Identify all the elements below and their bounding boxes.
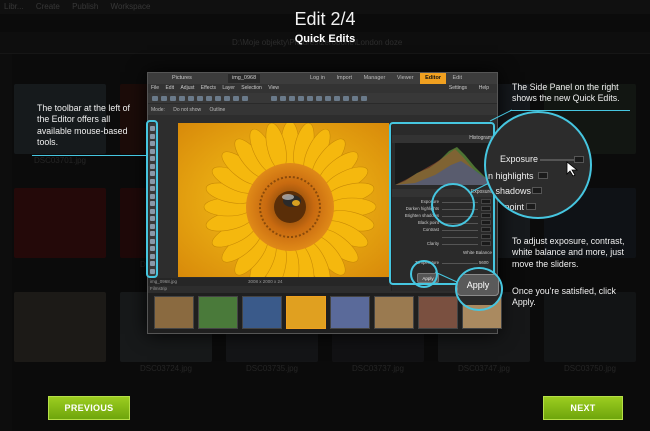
quick-edits-zoom: Exposure n highlights n shadows ack poin… — [484, 111, 592, 219]
filmstrip — [148, 293, 502, 333]
app-tab-pictures: Pictures — [172, 75, 192, 81]
apply-callout-text: Once you're satisfied, click Apply. — [512, 286, 616, 308]
filmstrip-thumbnail[interactable] — [154, 296, 194, 329]
canvas-status-bar: img_0968.jpg 3008 x 2000 x 24 — [148, 278, 389, 286]
toolbar-tool-icon[interactable] — [197, 96, 203, 101]
app-menu-layer: Layer — [222, 85, 235, 91]
app-menu-settings: Settings — [448, 85, 467, 91]
toolbar-callout-text: The toolbar at the left of the Editor of… — [37, 103, 130, 148]
toolbar-tool-icon[interactable] — [352, 96, 358, 101]
toolbar-tool-icon[interactable] — [242, 96, 248, 101]
sunflower-image — [178, 123, 389, 277]
mode-edit: Edit — [452, 75, 462, 81]
zoom-highlights-label: n highlights — [488, 171, 534, 181]
toolbar-callout-line — [32, 155, 148, 156]
toolbar-tool-icon[interactable] — [206, 96, 212, 101]
toolbar-tool-icon[interactable] — [161, 96, 167, 101]
next-button[interactable]: NEXT — [543, 396, 623, 420]
toolbar-tool-icon[interactable] — [334, 96, 340, 101]
mode-label: Mode: — [151, 107, 165, 113]
sunflower-picture — [178, 123, 389, 277]
zoom-blackpoint-value — [526, 203, 536, 210]
apply-connector — [434, 271, 458, 283]
filmstrip-label: Filmstrip — [150, 286, 167, 291]
file-name: img_0968.jpg — [150, 279, 178, 284]
toolbar-tool-icon[interactable] — [170, 96, 176, 101]
app-menu-view: View — [268, 85, 279, 91]
filmstrip-thumbnail[interactable] — [330, 296, 370, 329]
toolbar-tool-icon[interactable] — [188, 96, 194, 101]
toolbar-tool-icon[interactable] — [280, 96, 286, 101]
filmstrip-thumbnail[interactable] — [418, 296, 458, 329]
toolbar-tool-icon[interactable] — [361, 96, 367, 101]
filmstrip-thumbnail[interactable] — [286, 296, 326, 329]
image-dimensions: 3008 x 2000 x 24 — [248, 279, 283, 284]
toolbar-tool-icon[interactable] — [298, 96, 304, 101]
filmstrip-thumbnail[interactable] — [198, 296, 238, 329]
page-title: Edit 2/4 — [294, 9, 356, 29]
app-menu-selection: Selection — [241, 85, 262, 91]
toolbar-highlight — [146, 120, 158, 278]
app-menu-adjust: Adjust — [180, 85, 195, 91]
toolbar-tool-icon[interactable] — [343, 96, 349, 101]
outline-option: Outline — [209, 107, 226, 113]
sliders-callout-text: To adjust exposure, contrast, white bala… — [512, 236, 625, 269]
apply-zoom: Apply — [457, 269, 501, 305]
app-menu-file: File — [151, 85, 160, 91]
side-panel-callout-text: The Side Panel on the right shows the ne… — [512, 82, 620, 104]
mode-import: Import — [336, 75, 353, 81]
toolbar-tool-icon[interactable] — [233, 96, 239, 101]
toolbar-tool-icon[interactable] — [271, 96, 277, 101]
zoom-shadows-value — [532, 187, 542, 194]
toolbar-tool-icon[interactable] — [307, 96, 313, 101]
previous-button[interactable]: PREVIOUS — [48, 396, 130, 420]
zoom-exposure-label: Exposure — [500, 154, 539, 164]
zoom-highlights-value — [538, 172, 548, 179]
mode-login: Log in — [309, 75, 325, 81]
app-options-toolbar: Mode: Do not show Outline — [148, 104, 497, 115]
app-menu-effects: Effects — [200, 85, 216, 91]
toolbar-tool-icon[interactable] — [325, 96, 331, 101]
app-main-toolbar — [148, 93, 497, 104]
app-menu-edit: Edit — [165, 85, 175, 91]
app-mode-tabs: Log in Import Manager Viewer Editor Edit — [305, 73, 467, 84]
zoom-shadows-label: n shadows — [488, 186, 532, 196]
toolbar-tool-icon[interactable] — [179, 96, 185, 101]
toolbar-tool-icon[interactable] — [152, 96, 158, 101]
mode-manager: Manager — [363, 75, 386, 81]
mouse-cursor-icon — [566, 161, 579, 177]
app-menu-help: Help — [478, 85, 489, 91]
toolbar-tool-icon[interactable] — [289, 96, 295, 101]
filmstrip-thumbnail[interactable] — [242, 296, 282, 329]
toolbar-tool-icon[interactable] — [215, 96, 221, 101]
zoom-blackpoint-label: ack point — [488, 202, 525, 212]
apply-button-zoomed[interactable]: Apply — [457, 274, 499, 296]
sliders-small-highlight — [431, 183, 475, 227]
mode-editor: Editor — [420, 73, 446, 84]
app-menubar: File Edit Adjust Effects Layer Selection… — [148, 84, 497, 93]
app-tab-image: img_0968 — [228, 74, 261, 83]
app-titlebar: Pictures img_0968 Log in Import Manager … — [148, 73, 497, 84]
mode-value: Do not show — [173, 107, 202, 113]
toolbar-tool-icon[interactable] — [316, 96, 322, 101]
apply-zoom-highlight: Apply — [455, 267, 503, 311]
mode-viewer: Viewer — [396, 75, 414, 81]
page-subtitle: Quick Edits — [294, 33, 356, 45]
toolbar-tool-icon[interactable] — [224, 96, 230, 101]
filmstrip-thumbnail[interactable] — [374, 296, 414, 329]
